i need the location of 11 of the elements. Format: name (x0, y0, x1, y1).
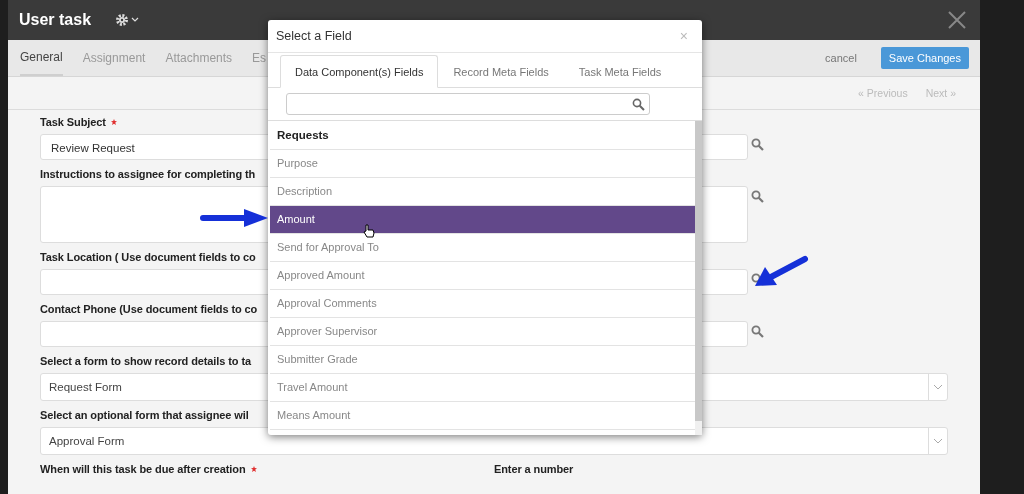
group-heading: Requests (270, 121, 695, 150)
field-label: Contact Phone (Use document fields to co (40, 303, 258, 315)
field-label: Task Subject (40, 116, 106, 128)
field-label: Instructions to assignee for completing th (40, 168, 256, 180)
field-label: Select a form to show record details to ta (40, 355, 251, 367)
dialog-title: Select a Field (276, 29, 352, 43)
field-label: When will this task be due after creation (40, 463, 246, 475)
field-label: Enter a number (494, 462, 574, 477)
window-title: User task (19, 11, 92, 29)
field-label: Select an optional form that assignee wil (40, 409, 249, 421)
field-label: Task Location ( Use document fields to co (40, 251, 256, 263)
